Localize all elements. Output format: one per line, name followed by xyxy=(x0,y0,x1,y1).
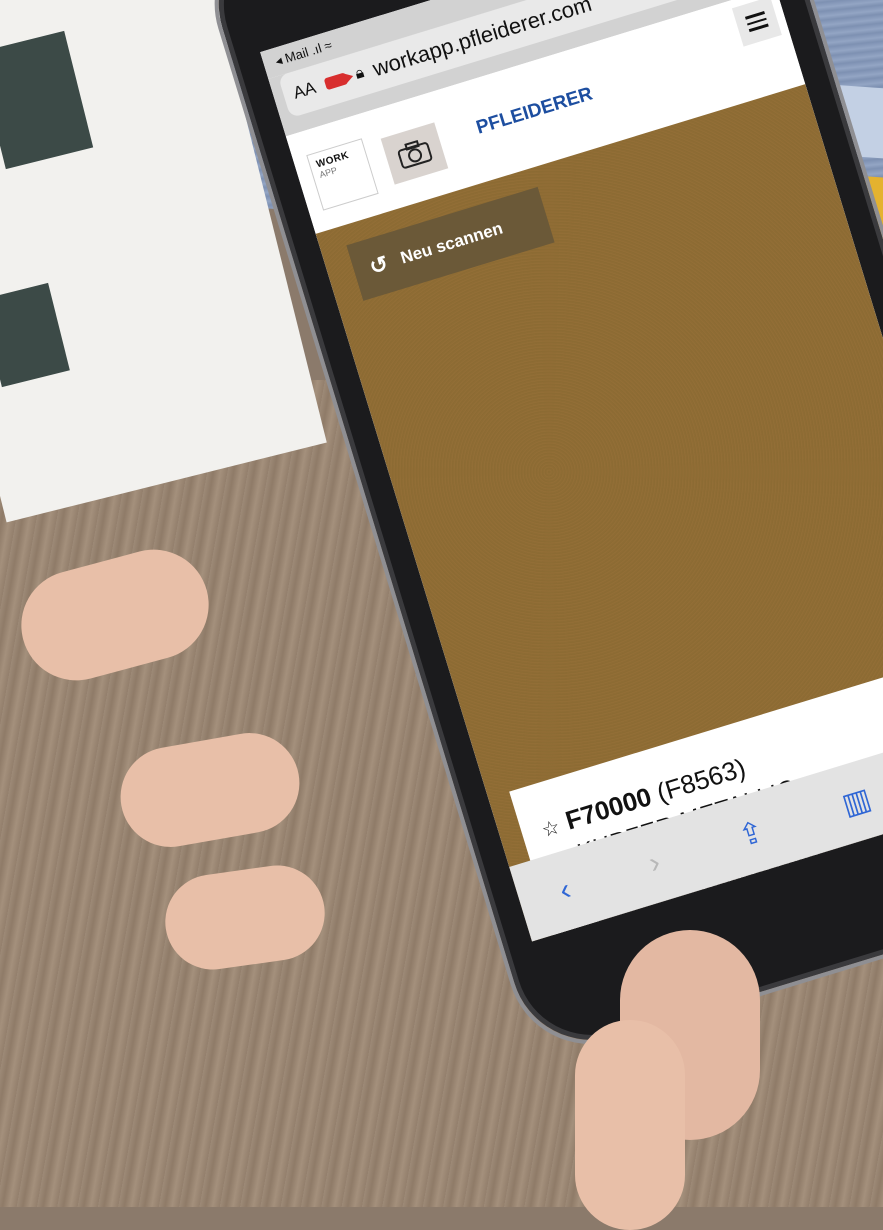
back-icon[interactable]: ‹ xyxy=(556,873,576,908)
camera-button[interactable] xyxy=(380,122,449,185)
text-size-button[interactable]: AA xyxy=(291,78,319,104)
lock-icon: 🔒︎ xyxy=(353,64,367,83)
bookmarks-icon[interactable]: ▥ xyxy=(838,781,875,823)
work-app-logo[interactable]: WORK APP xyxy=(306,138,379,211)
rescan-label: Neu scannen xyxy=(398,218,505,268)
recording-icon xyxy=(323,72,348,91)
favorite-star-icon[interactable]: ☆ xyxy=(539,814,563,843)
rescan-icon: ↺ xyxy=(366,250,392,280)
menu-button[interactable] xyxy=(731,0,782,47)
hamburger-line xyxy=(748,23,769,32)
brand-logo[interactable]: PFLEIDERER xyxy=(474,83,596,139)
forward-icon[interactable]: › xyxy=(645,846,665,881)
thumb-tip xyxy=(575,1020,685,1230)
share-icon[interactable]: ⇪ xyxy=(734,813,768,854)
camera-icon xyxy=(397,139,433,169)
